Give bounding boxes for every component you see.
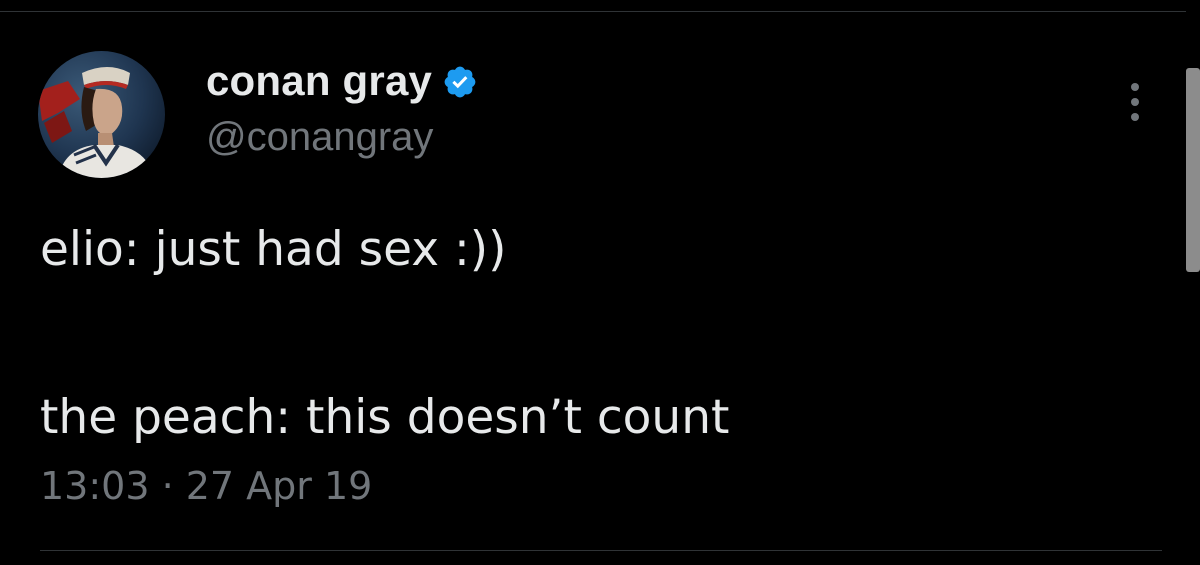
avatar[interactable] [38,51,165,178]
verified-badge-icon [442,64,478,100]
top-divider [0,11,1186,12]
more-dot-icon [1131,83,1139,91]
author-handle[interactable]: @conangray [206,115,433,160]
tweet-line-1: elio: just had sex :)) [40,222,507,277]
bottom-divider [40,550,1162,551]
more-dot-icon [1131,98,1139,106]
tweet-text: elio: just had sex :)) the peach: this d… [40,222,1140,446]
author-name-row[interactable]: conan gray [206,56,478,106]
scrollbar[interactable] [1186,60,1200,280]
tweet-timestamp[interactable]: 13:03 · 27 Apr 19 [40,464,372,508]
avatar-image [38,51,165,178]
more-options-button[interactable] [1118,72,1152,132]
scrollbar-thumb[interactable] [1186,68,1200,272]
display-name[interactable]: conan gray [206,57,432,105]
more-dot-icon [1131,113,1139,121]
tweet-line-2: the peach: this doesn’t count [40,390,730,445]
